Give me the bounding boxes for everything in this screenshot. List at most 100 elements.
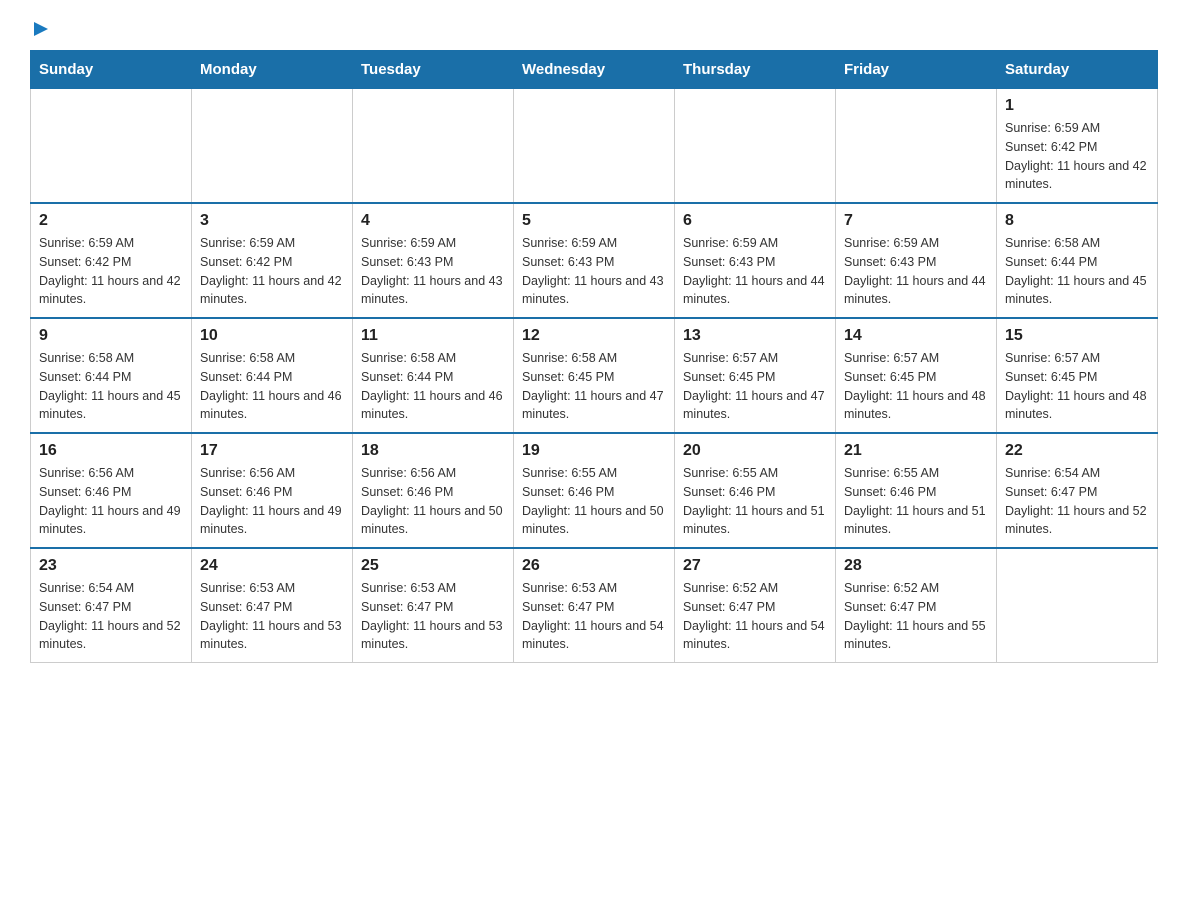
day-info: Sunrise: 6:54 AMSunset: 6:47 PMDaylight:… [1005, 464, 1149, 539]
day-number: 14 [844, 327, 988, 345]
day-number: 15 [1005, 327, 1149, 345]
calendar-table: Sunday Monday Tuesday Wednesday Thursday… [30, 50, 1158, 663]
calendar-week-row: 16 Sunrise: 6:56 AMSunset: 6:46 PMDayligh… [31, 433, 1158, 548]
calendar-cell: 16 Sunrise: 6:56 AMSunset: 6:46 PMDayligh… [31, 433, 192, 548]
day-number: 27 [683, 557, 827, 575]
day-number: 19 [522, 442, 666, 460]
day-info: Sunrise: 6:56 AMSunset: 6:46 PMDaylight:… [200, 464, 344, 539]
calendar-cell: 22 Sunrise: 6:54 AMSunset: 6:47 PMDayligh… [997, 433, 1158, 548]
calendar-cell: 8 Sunrise: 6:58 AMSunset: 6:44 PMDaylight… [997, 203, 1158, 318]
day-number: 6 [683, 212, 827, 230]
calendar-cell: 15 Sunrise: 6:57 AMSunset: 6:45 PMDayligh… [997, 318, 1158, 433]
calendar-cell: 9 Sunrise: 6:58 AMSunset: 6:44 PMDaylight… [31, 318, 192, 433]
calendar-cell [675, 89, 836, 204]
day-info: Sunrise: 6:58 AMSunset: 6:44 PMDaylight:… [1005, 234, 1149, 309]
day-number: 3 [200, 212, 344, 230]
day-number: 28 [844, 557, 988, 575]
day-info: Sunrise: 6:52 AMSunset: 6:47 PMDaylight:… [683, 579, 827, 654]
calendar-cell: 14 Sunrise: 6:57 AMSunset: 6:45 PMDayligh… [836, 318, 997, 433]
day-info: Sunrise: 6:53 AMSunset: 6:47 PMDaylight:… [522, 579, 666, 654]
calendar-cell: 17 Sunrise: 6:56 AMSunset: 6:46 PMDayligh… [192, 433, 353, 548]
calendar-cell: 27 Sunrise: 6:52 AMSunset: 6:47 PMDayligh… [675, 548, 836, 663]
day-info: Sunrise: 6:53 AMSunset: 6:47 PMDaylight:… [200, 579, 344, 654]
day-info: Sunrise: 6:56 AMSunset: 6:46 PMDaylight:… [39, 464, 183, 539]
logo-arrow-icon [32, 20, 50, 38]
day-number: 13 [683, 327, 827, 345]
calendar-header-row: Sunday Monday Tuesday Wednesday Thursday… [31, 51, 1158, 89]
day-info: Sunrise: 6:58 AMSunset: 6:45 PMDaylight:… [522, 349, 666, 424]
calendar-cell: 19 Sunrise: 6:55 AMSunset: 6:46 PMDayligh… [514, 433, 675, 548]
day-info: Sunrise: 6:59 AMSunset: 6:43 PMDaylight:… [844, 234, 988, 309]
day-number: 21 [844, 442, 988, 460]
header-friday: Friday [836, 51, 997, 89]
day-number: 9 [39, 327, 183, 345]
day-info: Sunrise: 6:58 AMSunset: 6:44 PMDaylight:… [200, 349, 344, 424]
calendar-cell [514, 89, 675, 204]
day-number: 16 [39, 442, 183, 460]
calendar-week-row: 1Sunrise: 6:59 AMSunset: 6:42 PMDaylight… [31, 89, 1158, 204]
day-number: 18 [361, 442, 505, 460]
header-wednesday: Wednesday [514, 51, 675, 89]
day-number: 22 [1005, 442, 1149, 460]
day-number: 7 [844, 212, 988, 230]
day-info: Sunrise: 6:59 AMSunset: 6:42 PMDaylight:… [200, 234, 344, 309]
day-info: Sunrise: 6:58 AMSunset: 6:44 PMDaylight:… [39, 349, 183, 424]
calendar-cell: 6 Sunrise: 6:59 AMSunset: 6:43 PMDaylight… [675, 203, 836, 318]
header-thursday: Thursday [675, 51, 836, 89]
calendar-cell: 12 Sunrise: 6:58 AMSunset: 6:45 PMDayligh… [514, 318, 675, 433]
calendar-week-row: 2 Sunrise: 6:59 AMSunset: 6:42 PMDaylight… [31, 203, 1158, 318]
day-number: 23 [39, 557, 183, 575]
calendar-cell: 21 Sunrise: 6:55 AMSunset: 6:46 PMDayligh… [836, 433, 997, 548]
header-tuesday: Tuesday [353, 51, 514, 89]
header-monday: Monday [192, 51, 353, 89]
logo [30, 20, 50, 40]
day-info: Sunrise: 6:59 AMSunset: 6:43 PMDaylight:… [522, 234, 666, 309]
day-info: Sunrise: 6:57 AMSunset: 6:45 PMDaylight:… [683, 349, 827, 424]
header-saturday: Saturday [997, 51, 1158, 89]
calendar-cell: 20Sunrise: 6:55 AMSunset: 6:46 PMDayligh… [675, 433, 836, 548]
day-info: Sunrise: 6:55 AMSunset: 6:46 PMDaylight:… [683, 464, 827, 539]
day-info: Sunrise: 6:54 AMSunset: 6:47 PMDaylight:… [39, 579, 183, 654]
calendar-cell: 10 Sunrise: 6:58 AMSunset: 6:44 PMDayligh… [192, 318, 353, 433]
day-number: 24 [200, 557, 344, 575]
day-info: Sunrise: 6:59 AMSunset: 6:43 PMDaylight:… [361, 234, 505, 309]
calendar-cell: 2 Sunrise: 6:59 AMSunset: 6:42 PMDaylight… [31, 203, 192, 318]
day-number: 10 [200, 327, 344, 345]
day-info: Sunrise: 6:59 AMSunset: 6:42 PMDaylight:… [39, 234, 183, 309]
calendar-cell: 28Sunrise: 6:52 AMSunset: 6:47 PMDayligh… [836, 548, 997, 663]
day-number: 25 [361, 557, 505, 575]
day-number: 17 [200, 442, 344, 460]
calendar-week-row: 23 Sunrise: 6:54 AMSunset: 6:47 PMDayligh… [31, 548, 1158, 663]
calendar-week-row: 9 Sunrise: 6:58 AMSunset: 6:44 PMDaylight… [31, 318, 1158, 433]
day-info: Sunrise: 6:56 AMSunset: 6:46 PMDaylight:… [361, 464, 505, 539]
calendar-cell: 3 Sunrise: 6:59 AMSunset: 6:42 PMDaylight… [192, 203, 353, 318]
day-number: 8 [1005, 212, 1149, 230]
day-info: Sunrise: 6:55 AMSunset: 6:46 PMDaylight:… [844, 464, 988, 539]
day-info: Sunrise: 6:59 AMSunset: 6:43 PMDaylight:… [683, 234, 827, 309]
calendar-cell: 24 Sunrise: 6:53 AMSunset: 6:47 PMDayligh… [192, 548, 353, 663]
page-header [30, 20, 1158, 40]
day-info: Sunrise: 6:57 AMSunset: 6:45 PMDaylight:… [844, 349, 988, 424]
calendar-cell [997, 548, 1158, 663]
day-number: 1 [1005, 97, 1149, 115]
calendar-cell: 1Sunrise: 6:59 AMSunset: 6:42 PMDaylight… [997, 89, 1158, 204]
day-number: 11 [361, 327, 505, 345]
day-number: 2 [39, 212, 183, 230]
calendar-cell: 11 Sunrise: 6:58 AMSunset: 6:44 PMDayligh… [353, 318, 514, 433]
calendar-cell: 26 Sunrise: 6:53 AMSunset: 6:47 PMDayligh… [514, 548, 675, 663]
calendar-cell: 23 Sunrise: 6:54 AMSunset: 6:47 PMDayligh… [31, 548, 192, 663]
day-info: Sunrise: 6:58 AMSunset: 6:44 PMDaylight:… [361, 349, 505, 424]
day-number: 26 [522, 557, 666, 575]
day-info: Sunrise: 6:55 AMSunset: 6:46 PMDaylight:… [522, 464, 666, 539]
calendar-cell [31, 89, 192, 204]
calendar-cell [836, 89, 997, 204]
calendar-cell: 4 Sunrise: 6:59 AMSunset: 6:43 PMDaylight… [353, 203, 514, 318]
day-info: Sunrise: 6:53 AMSunset: 6:47 PMDaylight:… [361, 579, 505, 654]
calendar-cell: 5Sunrise: 6:59 AMSunset: 6:43 PMDaylight… [514, 203, 675, 318]
day-number: 4 [361, 212, 505, 230]
header-sunday: Sunday [31, 51, 192, 89]
calendar-cell [192, 89, 353, 204]
day-info: Sunrise: 6:57 AMSunset: 6:45 PMDaylight:… [1005, 349, 1149, 424]
day-number: 12 [522, 327, 666, 345]
calendar-cell: 7 Sunrise: 6:59 AMSunset: 6:43 PMDaylight… [836, 203, 997, 318]
